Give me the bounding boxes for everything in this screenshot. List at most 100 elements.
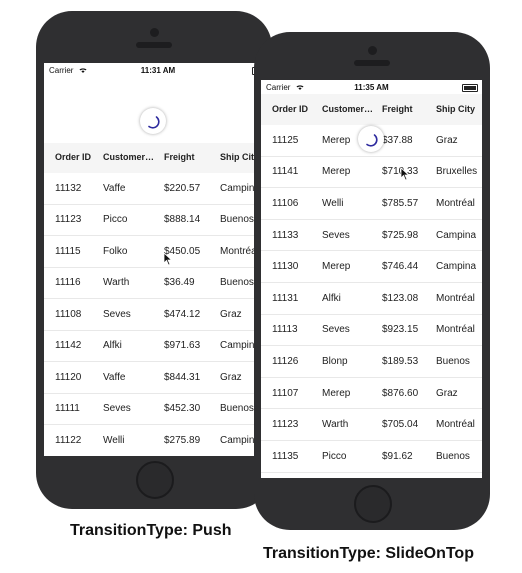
table-cell: Montréal [436,324,475,336]
table-cell: 11142 [55,340,82,352]
table-cell: 11123 [272,419,299,431]
table-cell: Merep [322,387,351,399]
table-cell: Welli [322,197,344,209]
table-cell: $123.08 [382,292,419,304]
loading-spinner-icon [358,126,384,152]
table-cell: 11122 [55,434,82,446]
table-cell: Vaffe [103,182,126,194]
table-row[interactable]: 11107 Merep $876.60 Graz [261,377,482,410]
table-cell: $474.12 [164,308,201,320]
table-row[interactable]: 11141 Merep $710.33 Bruxelles [261,156,482,189]
table-cell: 11130 [272,261,299,273]
table-cell: $971.63 [164,340,201,352]
home-button[interactable] [136,461,174,499]
table-row[interactable]: 11106 Welli $785.57 Montréal [261,188,482,220]
table-row[interactable]: 11130 Merep $746.44 Campina [261,251,482,283]
table-cell: Welli [103,434,125,446]
column-header[interactable]: Customer… [322,104,373,114]
table-cell: $36.49 [164,277,195,289]
table-row[interactable]: 11115 Folko $450.05 Montréal [44,236,272,268]
table-cell: $189.53 [382,355,419,367]
left-screen: Carrier 11:31 AM Order ID Customer… Freigh… [44,63,272,456]
speaker-grille [136,42,172,48]
status-bar: Carrier 11:31 AM [44,63,272,77]
table-cell: 11106 [272,197,299,209]
table-cell: $888.14 [164,214,201,226]
mouse-cursor-icon [163,252,173,266]
table-row[interactable]: 11133 Seves $725.98 Campina [261,219,482,252]
table-cell: $220.57 [164,182,201,194]
table-cell: Buenos [220,403,254,415]
grid-header: Order ID Customer… Freight Ship City [261,94,482,126]
table-cell: Buenos [220,277,254,289]
table-cell: 11131 [272,292,299,304]
table-row[interactable]: 11131 Alfki $123.08 Montréal [261,283,482,315]
table-cell: $785.57 [382,197,419,209]
loading-spinner-icon [140,108,166,134]
table-row[interactable]: 11111 Seves $452.30 Buenos [44,393,272,425]
table-cell: Merep [322,166,351,178]
column-header[interactable]: Customer… [103,152,153,162]
table-row[interactable]: 11132 Vaffe $220.57 Campina [44,173,272,205]
table-cell: Seves [103,403,131,415]
table-cell: Montréal [436,197,475,209]
table-cell: $844.31 [164,371,201,383]
home-button[interactable] [354,485,392,523]
table-cell: Seves [103,308,131,320]
table-cell: 11107 [272,387,299,399]
table-row[interactable]: 11120 Vaffe $844.31 Graz [44,362,272,394]
table-cell: $452.30 [164,403,201,415]
camera-icon [150,28,159,37]
table-cell: 11135 [272,450,299,462]
table-cell: Campina [436,261,477,273]
table-row[interactable]: 11123 Warth $705.04 Montréal [261,409,482,441]
table-row[interactable]: 11142 Alfki $971.63 Campina [44,330,272,362]
table-cell: Warth [322,419,349,431]
table-row[interactable]: 11113 Seves $923.15 Montréal [261,314,482,347]
table-cell: 11111 [55,403,80,415]
table-cell: 11132 [55,182,82,194]
table-row[interactable]: 11108 Seves $474.12 Graz [44,299,272,331]
table-cell: Buenos [220,214,254,226]
table-cell: Vaffe [103,371,126,383]
table-row[interactable]: 11123 Picco $888.14 Buenos [44,204,272,236]
table-row[interactable]: 11116 Warth $36.49 Buenos [44,267,272,299]
table-cell: Blonp [322,355,348,367]
table-cell: Graz [436,387,458,399]
column-header[interactable]: Order ID [272,104,308,114]
table-cell: 11133 [272,229,299,241]
table-cell: Graz [220,308,242,320]
table-cell: 11113 [272,324,298,336]
table-cell: Montréal [436,292,475,304]
table-cell: Bruxelles [436,166,478,178]
table-cell: Seves [322,229,350,241]
table-cell: $91.62 [382,450,413,462]
table-cell: $705.04 [382,419,419,431]
table-cell: 11123 [55,214,82,226]
column-header[interactable]: Ship City [436,104,475,114]
table-cell: Merep [322,261,351,273]
table-cell: Picco [103,214,128,226]
table-cell: $876.60 [382,387,419,399]
column-header[interactable]: Freight [382,104,413,114]
table-cell: Seves [322,324,350,336]
table-cell: Folko [103,245,128,257]
table-row[interactable]: 11122 Welli $275.89 Campina [44,425,272,456]
table-cell: 11115 [55,245,81,257]
table-cell: Campina [436,229,477,241]
column-header[interactable]: Freight [164,152,195,162]
table-cell: $923.15 [382,324,419,336]
table-cell: Graz [220,371,242,383]
table-cell: $746.44 [382,261,419,273]
table-row[interactable]: 11126 Blonp $189.53 Buenos [261,346,482,378]
battery-icon [462,84,478,92]
table-cell: Warth [103,277,130,289]
table-row[interactable]: 11135 Picco $91.62 Buenos [261,441,482,473]
column-header[interactable]: Order ID [55,152,91,162]
grid-header: Order ID Customer… Freight Ship City [44,143,272,174]
table-cell: $725.98 [382,229,419,241]
table-cell: 11116 [55,277,81,289]
push-caption: TransitionType: Push [70,522,232,539]
table-cell: $37.88 [382,134,413,146]
table-cell: 11125 [272,134,299,146]
